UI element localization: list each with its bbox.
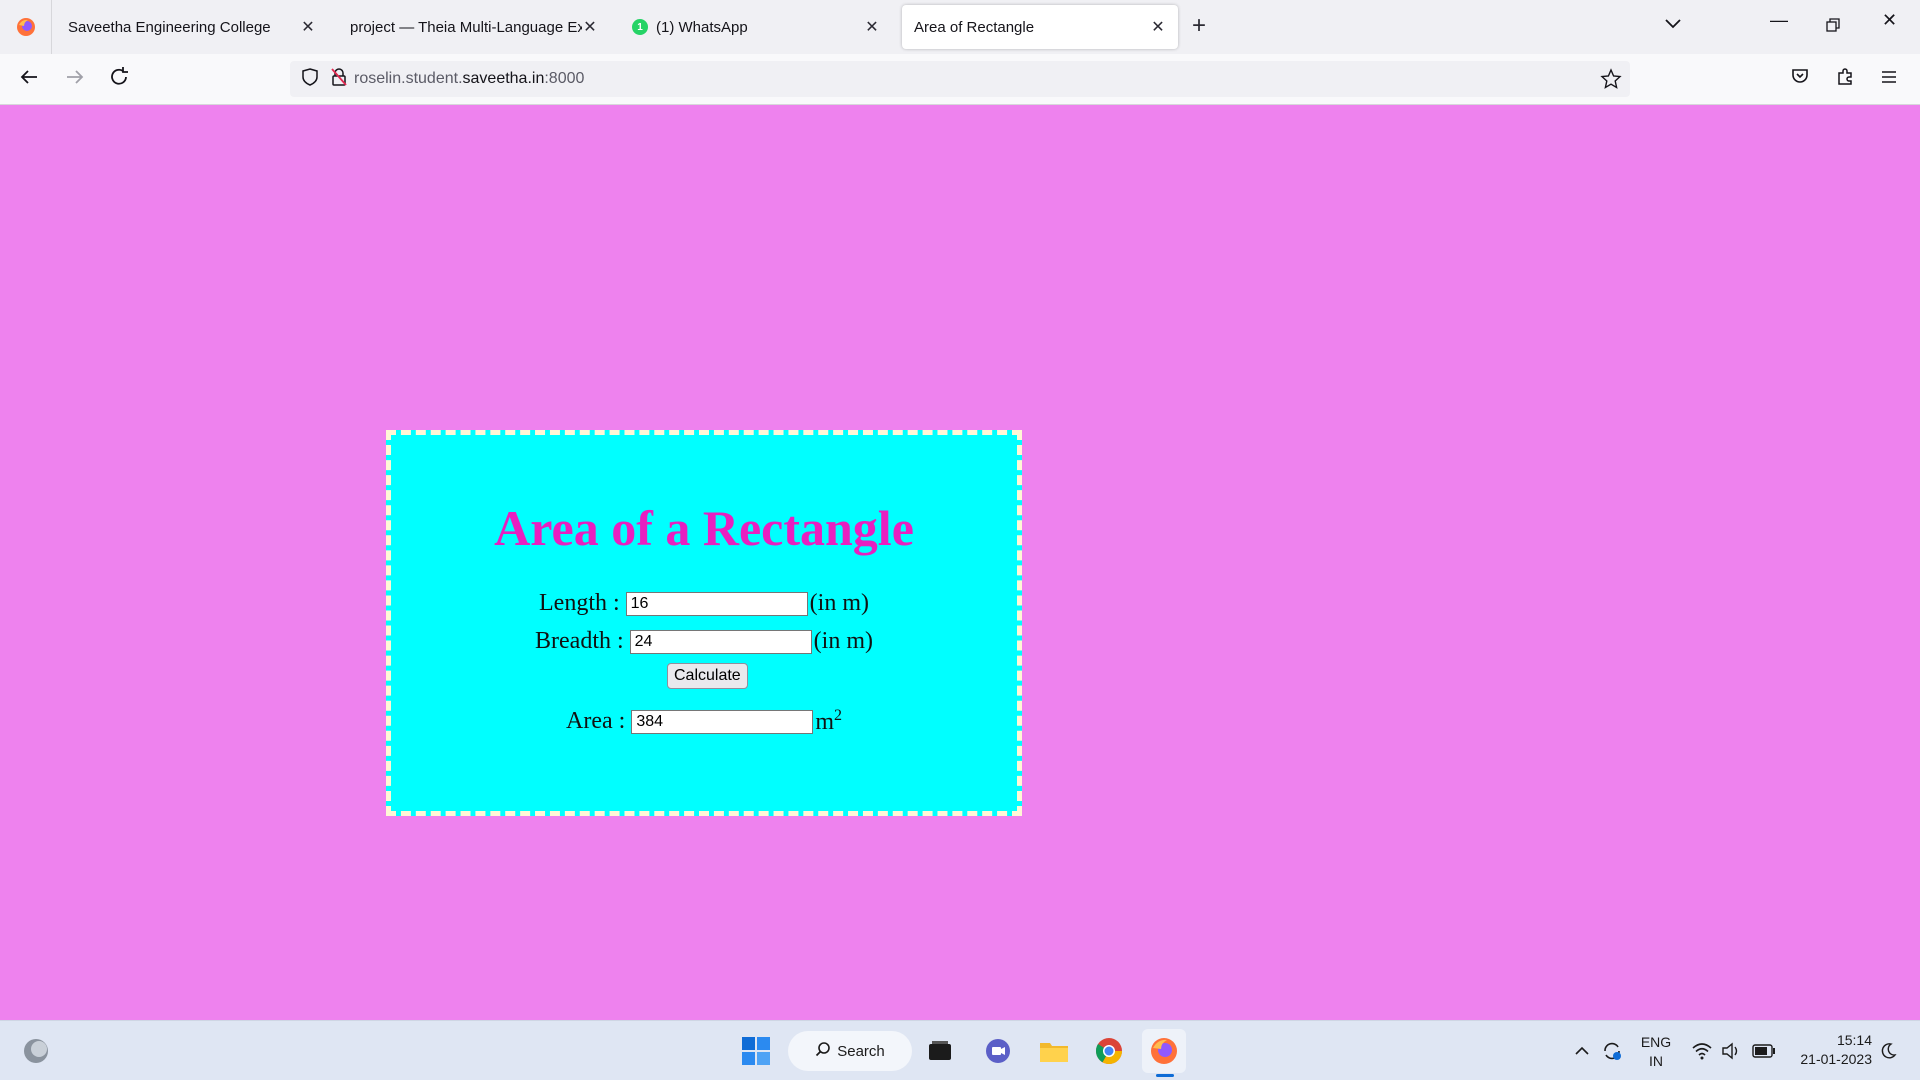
- breadth-unit: (in m): [813, 628, 873, 654]
- new-tab-plus-icon[interactable]: +: [1192, 12, 1206, 40]
- tab-title: Saveetha Engineering College: [68, 18, 271, 36]
- length-row: Length : (in m): [391, 590, 1017, 617]
- area-unit-exponent: 2: [833, 707, 842, 724]
- reload-icon[interactable]: [108, 66, 130, 94]
- bookmark-star-icon[interactable]: [1600, 68, 1622, 95]
- restore-icon[interactable]: [1826, 16, 1840, 37]
- forward-arrow-icon[interactable]: [64, 66, 86, 94]
- area-label: Area :: [566, 708, 626, 734]
- clock-time: 15:14: [1836, 1032, 1872, 1048]
- calculate-button[interactable]: Calculate: [667, 663, 748, 689]
- search-icon: [815, 1041, 831, 1061]
- chrome-icon[interactable]: [1087, 1029, 1131, 1073]
- close-tab-icon[interactable]: ✕: [300, 17, 316, 37]
- insecure-lock-icon[interactable]: [330, 67, 348, 92]
- url-prefix: roselin.student.: [354, 70, 463, 87]
- breadth-input[interactable]: [629, 629, 812, 654]
- area-row: Area : m2: [391, 707, 1017, 736]
- area-output[interactable]: [631, 709, 814, 734]
- calculator-card: Area of a Rectangle Length : (in m) Brea…: [386, 430, 1022, 816]
- tab-area-of-rectangle[interactable]: Area of Rectangle ✕: [902, 5, 1178, 49]
- length-unit: (in m): [809, 590, 869, 616]
- navigation-bar: roselin.student.saveetha.in:8000: [0, 54, 1920, 105]
- sync-status-icon[interactable]: [1590, 1029, 1634, 1073]
- area-unit-base: m: [815, 709, 834, 735]
- clock[interactable]: 15:14 21-01-2023: [1786, 1031, 1872, 1069]
- length-label: Length :: [539, 590, 620, 616]
- tab-title: Area of Rectangle: [914, 18, 1035, 36]
- taskbar: Search ENG IN 15:14 21-01-2023: [0, 1020, 1920, 1080]
- tab-project-theia[interactable]: project — Theia Multi-Language Ex ✕: [338, 5, 610, 49]
- hamburger-menu-icon[interactable]: [1880, 66, 1898, 92]
- taskbar-search[interactable]: Search: [788, 1031, 912, 1071]
- close-window-icon[interactable]: ✕: [1882, 10, 1897, 31]
- tab-title: project — Theia Multi-Language Ex: [350, 18, 582, 36]
- weather-widget-icon[interactable]: [14, 1029, 58, 1073]
- firefox-icon: [16, 18, 35, 36]
- tab-saveetha[interactable]: Saveetha Engineering College ✕: [56, 5, 328, 49]
- url-port: :8000: [544, 70, 585, 87]
- close-tab-icon[interactable]: ✕: [1150, 17, 1166, 37]
- active-app-indicator: [1156, 1074, 1174, 1077]
- breadth-label: Breadth :: [535, 628, 624, 654]
- tab-whatsapp[interactable]: 1 (1) WhatsApp ✕: [620, 5, 892, 49]
- minimize-icon[interactable]: —: [1770, 10, 1788, 31]
- address-bar[interactable]: roselin.student.saveetha.in:8000: [290, 61, 1630, 97]
- tab-title: (1) WhatsApp: [656, 18, 748, 36]
- language-indicator[interactable]: ENG IN: [1636, 1033, 1676, 1071]
- close-tab-icon[interactable]: ✕: [864, 17, 880, 37]
- breadth-row: Breadth : (in m): [391, 628, 1017, 655]
- language-line2: IN: [1649, 1053, 1663, 1069]
- extensions-puzzle-icon[interactable]: [1835, 66, 1855, 92]
- focus-moon-icon[interactable]: [1866, 1029, 1910, 1073]
- search-label: Search: [837, 1042, 885, 1060]
- url-host: saveetha.in: [462, 70, 545, 87]
- page-heading: Area of a Rectangle: [494, 500, 914, 556]
- clock-date: 21-01-2023: [1800, 1051, 1872, 1067]
- firefox-taskbar-icon[interactable]: [1142, 1029, 1186, 1073]
- whatsapp-icon: 1: [632, 19, 648, 35]
- pocket-icon[interactable]: [1790, 66, 1810, 92]
- language-line1: ENG: [1640, 1034, 1672, 1050]
- back-arrow-icon[interactable]: [18, 66, 40, 94]
- tracking-shield-icon[interactable]: [300, 67, 320, 92]
- url-text[interactable]: roselin.student.saveetha.in:8000: [354, 70, 584, 88]
- task-view-icon[interactable]: [918, 1029, 962, 1073]
- area-unit: m2: [815, 707, 842, 736]
- close-tab-icon[interactable]: ✕: [582, 17, 598, 37]
- firefox-view-button[interactable]: [0, 0, 52, 54]
- teams-chat-icon[interactable]: [976, 1029, 1020, 1073]
- windows-start-icon[interactable]: [734, 1029, 778, 1073]
- file-explorer-icon[interactable]: [1032, 1029, 1076, 1073]
- list-all-tabs-chevron-icon[interactable]: [1664, 14, 1682, 35]
- battery-icon[interactable]: [1742, 1029, 1786, 1073]
- length-input[interactable]: [625, 591, 808, 616]
